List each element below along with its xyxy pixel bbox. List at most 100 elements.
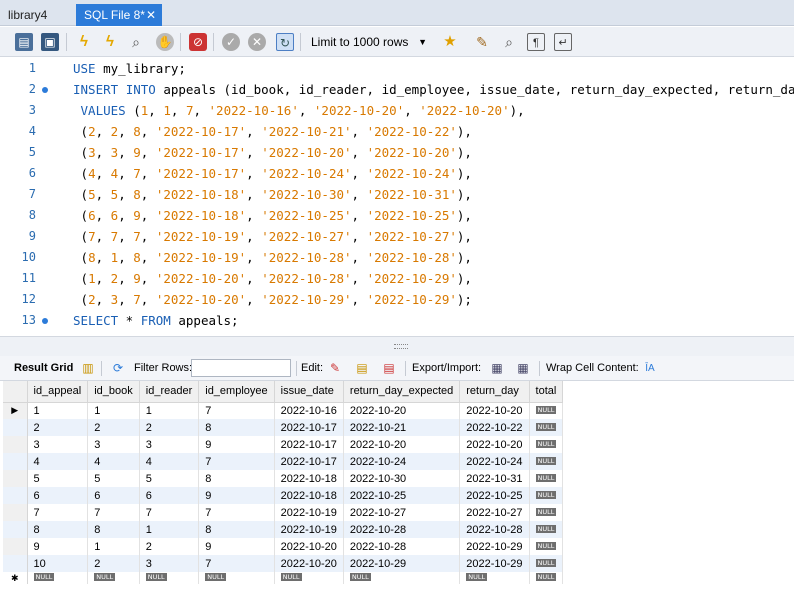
table-cell[interactable]: 2022-10-30 — [343, 470, 461, 487]
editor-line[interactable]: 4 (2, 2, 8, '2022-10-17', '2022-10-21', … — [0, 121, 794, 142]
column-header-issue-date[interactable]: issue_date — [274, 381, 344, 403]
code-text[interactable]: (3, 3, 9, '2022-10-17', '2022-10-20', '2… — [73, 142, 472, 163]
table-cell[interactable]: 2022-10-20 — [274, 538, 344, 555]
table-cell[interactable]: 2022-10-31 — [459, 470, 530, 487]
autocommit-icon[interactable]: ↻ — [276, 33, 294, 51]
table-cell[interactable]: NULL — [529, 402, 564, 419]
table-cell[interactable]: 6 — [87, 487, 140, 504]
table-cell[interactable]: 9 — [198, 538, 275, 555]
table-cell[interactable]: 2022-10-29 — [459, 538, 530, 555]
table-cell[interactable]: 3 — [87, 436, 140, 453]
table-cell[interactable]: 2022-10-29 — [459, 555, 530, 572]
table-cell[interactable]: 8 — [87, 521, 140, 538]
editor-line[interactable]: 10 (8, 1, 8, '2022-10-19', '2022-10-28',… — [0, 247, 794, 268]
explain-icon[interactable]: ⌕ — [127, 33, 145, 51]
table-cell[interactable]: 8 — [27, 521, 89, 538]
table-row[interactable]: 5 5 5 8 2022-10-18 2022-10-30 2022-10-31 NULL — [3, 470, 564, 487]
toggle-stop-on-error-icon[interactable]: ⊘ — [189, 33, 207, 51]
table-cell[interactable]: 2022-10-20 — [274, 555, 344, 572]
editor-line[interactable]: 13 SELECT * FROM appeals; — [0, 310, 794, 331]
table-cell[interactable]: 2022-10-16 — [274, 402, 344, 419]
new-row[interactable]: ✱ NULL NULL NULL NULL NULL NULL NULL NULL — [3, 572, 564, 584]
tab-library4[interactable]: library4 — [0, 4, 74, 26]
table-cell[interactable]: 7 — [87, 504, 140, 521]
row-marker[interactable] — [3, 453, 28, 470]
table-cell[interactable]: 2022-10-20 — [459, 402, 530, 419]
table-cell[interactable]: 9 — [198, 436, 275, 453]
table-cell[interactable]: 1 — [139, 521, 200, 538]
table-cell[interactable]: 2022-10-20 — [459, 436, 530, 453]
column-header-return-day-expected[interactable]: return_day_expected — [343, 381, 461, 403]
table-cell[interactable]: NULL — [529, 538, 564, 555]
code-text[interactable]: (2, 2, 8, '2022-10-17', '2022-10-21', '2… — [73, 121, 472, 142]
grid-view-icon[interactable]: ▥ — [80, 361, 96, 376]
table-cell[interactable]: 6 — [27, 487, 89, 504]
row-marker[interactable] — [3, 470, 28, 487]
editor-line[interactable]: 8 (6, 6, 9, '2022-10-18', '2022-10-25', … — [0, 205, 794, 226]
table-cell[interactable]: 2022-10-29 — [343, 555, 461, 572]
table-cell[interactable]: 2022-10-25 — [343, 487, 461, 504]
column-header-id-reader[interactable]: id_reader — [139, 381, 200, 403]
execute-icon[interactable]: ϟ — [75, 33, 93, 51]
column-header-id-book[interactable]: id_book — [87, 381, 140, 403]
table-row[interactable]: 2 2 2 8 2022-10-17 2022-10-21 2022-10-22 NULL — [3, 419, 564, 436]
table-cell[interactable]: NULL — [343, 572, 461, 584]
column-header-return-day[interactable]: return_day — [459, 381, 530, 403]
table-cell[interactable]: 1 — [87, 538, 140, 555]
row-marker[interactable] — [3, 555, 28, 572]
table-cell[interactable]: 2022-10-19 — [274, 521, 344, 538]
splitter-grip-icon[interactable] — [394, 344, 408, 349]
row-marker[interactable] — [3, 504, 28, 521]
table-cell[interactable]: NULL — [529, 436, 564, 453]
table-row[interactable]: ▶ 1 1 1 7 2022-10-16 2022-10-20 2022-10-20 NULL — [3, 402, 564, 419]
code-text[interactable]: (5, 5, 8, '2022-10-18', '2022-10-30', '2… — [73, 184, 472, 205]
execute-current-icon[interactable]: ϟ — [101, 33, 119, 51]
code-text[interactable]: (1, 2, 9, '2022-10-20', '2022-10-28', '2… — [73, 268, 472, 289]
open-file-icon[interactable]: ▤ — [15, 33, 33, 51]
column-header-total[interactable]: total — [529, 381, 564, 403]
table-cell[interactable]: 8 — [198, 470, 275, 487]
table-cell[interactable]: 2022-10-28 — [459, 521, 530, 538]
add-snippet-icon[interactable]: ★ — [441, 33, 459, 51]
save-icon[interactable]: ▣ — [41, 33, 59, 51]
table-cell[interactable]: 7 — [198, 402, 275, 419]
panel-splitter[interactable] — [0, 336, 794, 356]
editor-line[interactable]: 2 INSERT INTO appeals (id_book, id_reader… — [0, 79, 794, 100]
table-cell[interactable]: 3 — [139, 555, 200, 572]
refresh-icon[interactable]: ⟳ — [110, 361, 126, 376]
table-cell[interactable]: 2 — [87, 419, 140, 436]
code-text[interactable]: (4, 4, 7, '2022-10-17', '2022-10-24', '2… — [73, 163, 472, 184]
column-header-id-employee[interactable]: id_employee — [198, 381, 275, 403]
new-row-marker-icon[interactable]: ✱ — [3, 572, 28, 584]
table-cell[interactable]: 7 — [198, 453, 275, 470]
wrap-cell-icon[interactable]: ĪA — [642, 361, 658, 376]
delete-row-icon[interactable]: ▤ — [381, 361, 397, 376]
row-marker[interactable] — [3, 436, 28, 453]
rollback-icon[interactable]: ✕ — [248, 33, 266, 51]
table-cell[interactable]: 2 — [27, 419, 89, 436]
table-cell[interactable]: 8 — [198, 521, 275, 538]
tab-sql-file-8[interactable]: SQL File 8* ✕ — [76, 4, 162, 26]
table-cell[interactable]: 7 — [139, 504, 200, 521]
table-cell[interactable]: 4 — [87, 453, 140, 470]
table-cell[interactable]: NULL — [27, 572, 89, 584]
import-icon[interactable]: ▦ — [515, 361, 531, 376]
table-row[interactable]: 3 3 3 9 2022-10-17 2022-10-20 2022-10-20 NULL — [3, 436, 564, 453]
editor-line[interactable]: 7 (5, 5, 8, '2022-10-18', '2022-10-30', … — [0, 184, 794, 205]
table-cell[interactable]: 2022-10-27 — [459, 504, 530, 521]
table-cell[interactable]: NULL — [529, 504, 564, 521]
edit-row-icon[interactable]: ✎ — [327, 361, 343, 376]
editor-line[interactable]: 9 (7, 7, 7, '2022-10-19', '2022-10-27', … — [0, 226, 794, 247]
editor-line[interactable]: 11 (1, 2, 9, '2022-10-20', '2022-10-28',… — [0, 268, 794, 289]
table-cell[interactable]: NULL — [139, 572, 200, 584]
table-row[interactable]: 9 1 2 9 2022-10-20 2022-10-28 2022-10-29 NULL — [3, 538, 564, 555]
table-cell[interactable]: NULL — [274, 572, 344, 584]
code-text[interactable]: (8, 1, 8, '2022-10-19', '2022-10-28', '2… — [73, 247, 472, 268]
sql-editor[interactable]: 1 USE my_library; 2 INSERT INTO appeals (id… — [0, 57, 794, 336]
table-cell[interactable]: NULL — [87, 572, 140, 584]
table-cell[interactable]: 2 — [87, 555, 140, 572]
table-row[interactable]: 6 6 6 9 2022-10-18 2022-10-25 2022-10-25 NULL — [3, 487, 564, 504]
editor-line[interactable]: 12 (2, 3, 7, '2022-10-20', '2022-10-29',… — [0, 289, 794, 310]
table-cell[interactable]: 3 — [139, 436, 200, 453]
table-cell[interactable]: NULL — [198, 572, 275, 584]
